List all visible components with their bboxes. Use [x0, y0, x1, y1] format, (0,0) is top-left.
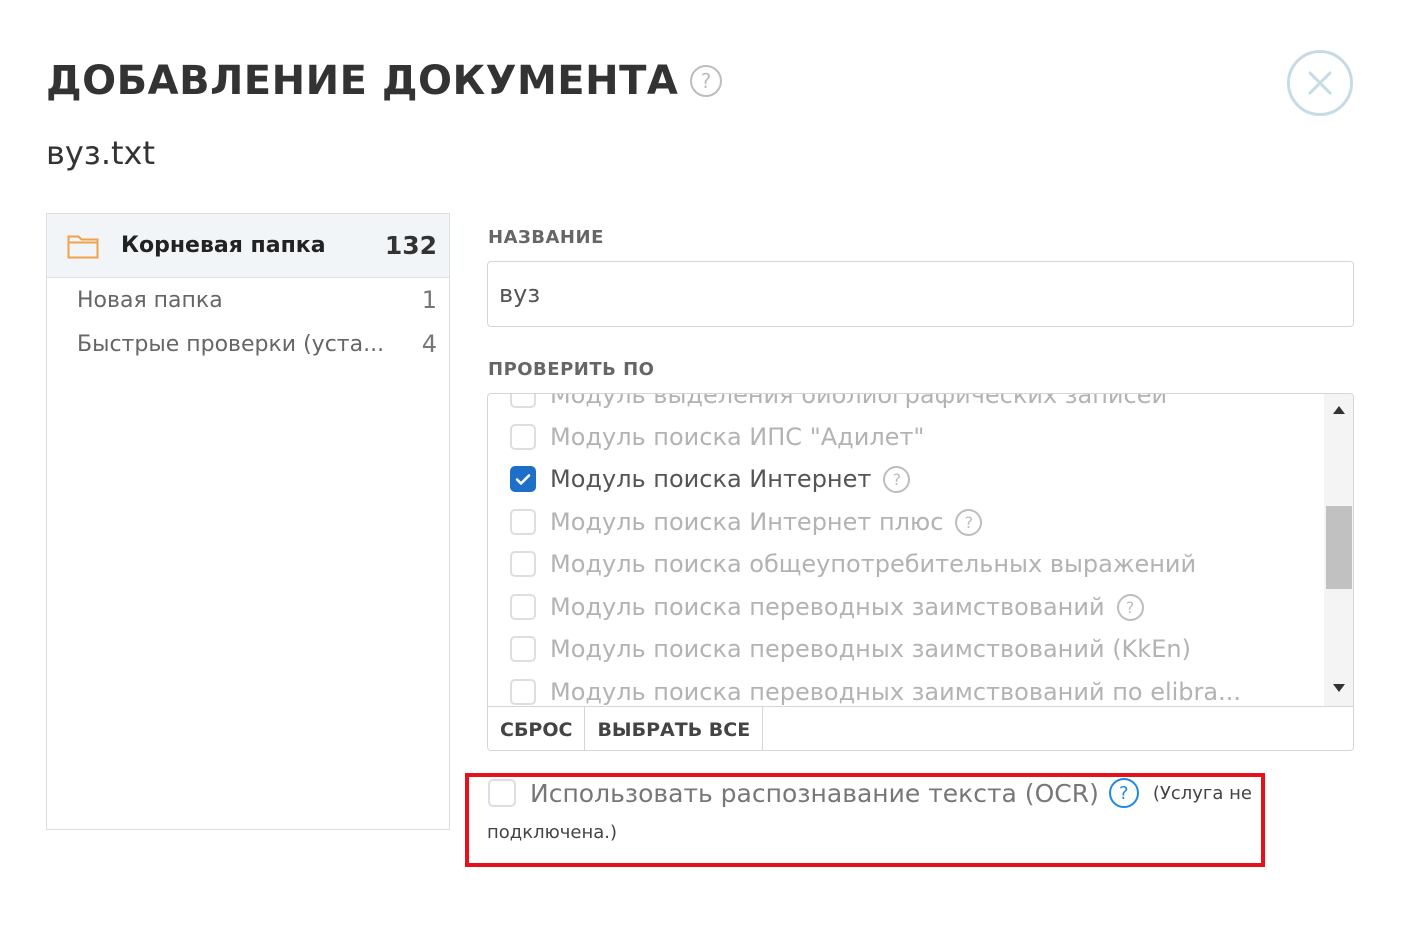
folder-item-quick-checks[interactable]: Быстрые проверки (уста... 4	[47, 322, 449, 366]
folder-item-label: Быстрые проверки (уста...	[77, 331, 385, 357]
module-checkbox[interactable]	[510, 551, 536, 577]
module-checkbox-checked[interactable]	[510, 466, 536, 492]
module-row-translation-kken[interactable]: Модуль поиска переводных заимствований (…	[510, 628, 1191, 670]
module-row-bibliography[interactable]: Модуль выделения библиографических запис…	[510, 394, 1167, 416]
check-by-label: ПРОВЕРИТЬ ПО	[488, 359, 655, 380]
module-checkbox[interactable]	[510, 509, 536, 535]
ocr-checkbox[interactable]	[488, 779, 516, 807]
ocr-label: Использовать распознавание текста (OCR)	[530, 778, 1099, 808]
dialog-title: ДОБАВЛЕНИЕ ДОКУМЕНТА ?	[46, 58, 723, 104]
folder-icon	[67, 235, 99, 258]
module-label: Модуль поиска Интернет	[550, 465, 872, 493]
module-row-translation-elibrary[interactable]: Модуль поиска переводных заимствований п…	[510, 671, 1241, 706]
folder-item-new-folder[interactable]: Новая папка 1	[47, 278, 449, 322]
folder-root-label: Корневая папка	[121, 233, 326, 258]
modules-scrollbar[interactable]	[1324, 394, 1353, 706]
module-label: Модуль поиска ИПС "Адилет"	[550, 423, 925, 451]
document-filename: вуз.txt	[46, 134, 156, 172]
modules-list: Модуль выделения библиографических запис…	[487, 393, 1354, 751]
module-row-common-phrases[interactable]: Модуль поиска общеупотребительных выраже…	[510, 543, 1196, 585]
module-label: Модуль поиска Интернет плюс	[550, 508, 944, 536]
folder-item-count: 1	[421, 286, 437, 314]
folder-item-label: Новая папка	[77, 287, 223, 313]
module-row-internet[interactable]: Модуль поиска Интернет ?	[510, 458, 911, 500]
module-label: Модуль поиска переводных заимствований	[550, 593, 1105, 621]
help-icon[interactable]: ?	[955, 508, 983, 536]
close-button[interactable]	[1287, 50, 1353, 116]
module-checkbox[interactable]	[510, 636, 536, 662]
title-help-icon[interactable]: ?	[690, 65, 723, 97]
scroll-down-button[interactable]	[1324, 672, 1353, 704]
module-row-internet-plus[interactable]: Модуль поиска Интернет плюс ?	[510, 501, 983, 543]
ocr-note-line2: подключена.)	[487, 822, 618, 843]
module-row-adilet[interactable]: Модуль поиска ИПС "Адилет"	[510, 416, 924, 458]
help-icon[interactable]: ?	[883, 465, 911, 493]
module-checkbox[interactable]	[510, 424, 536, 450]
scroll-up-button[interactable]	[1324, 394, 1353, 426]
module-label: Модуль поиска общеупотребительных выраже…	[550, 550, 1197, 578]
ocr-note-line1: (Услуга не	[1152, 782, 1252, 804]
reset-button[interactable]: СБРОС	[488, 707, 586, 750]
folder-root-count: 132	[384, 231, 437, 260]
ocr-help-icon[interactable]: ?	[1108, 778, 1139, 808]
module-checkbox[interactable]	[510, 394, 536, 408]
triangle-up-icon	[1333, 406, 1345, 414]
name-label: НАЗВАНИЕ	[488, 227, 604, 248]
name-input[interactable]	[487, 261, 1354, 327]
checkmark-icon	[515, 473, 531, 485]
module-checkbox[interactable]	[510, 679, 536, 705]
folder-item-count: 4	[421, 330, 437, 358]
module-label: Модуль поиска переводных заимствований (…	[550, 635, 1191, 663]
help-icon[interactable]: ?	[1116, 593, 1144, 621]
module-label: Модуль поиска переводных заимствований п…	[550, 678, 1241, 706]
close-icon	[1308, 71, 1332, 95]
module-checkbox[interactable]	[510, 594, 536, 620]
dialog-title-text: ДОБАВЛЕНИЕ ДОКУМЕНТА	[46, 58, 679, 104]
folder-panel: Корневая папка 132 Новая папка 1 Быстрые…	[46, 213, 450, 830]
triangle-down-icon	[1333, 684, 1345, 692]
modules-viewport: Модуль выделения библиографических запис…	[488, 394, 1324, 706]
select-all-button[interactable]: ВЫБРАТЬ ВСЕ	[585, 707, 764, 750]
modules-button-bar: СБРОС ВЫБРАТЬ ВСЕ	[488, 706, 1353, 750]
ocr-option[interactable]: Использовать распознавание текста (OCR) …	[488, 778, 1252, 808]
module-label: Модуль выделения библиографических запис…	[550, 394, 1168, 409]
module-row-translation[interactable]: Модуль поиска переводных заимствований ?	[510, 586, 1144, 628]
scroll-thumb[interactable]	[1326, 506, 1352, 589]
folder-root[interactable]: Корневая папка 132	[47, 214, 449, 278]
